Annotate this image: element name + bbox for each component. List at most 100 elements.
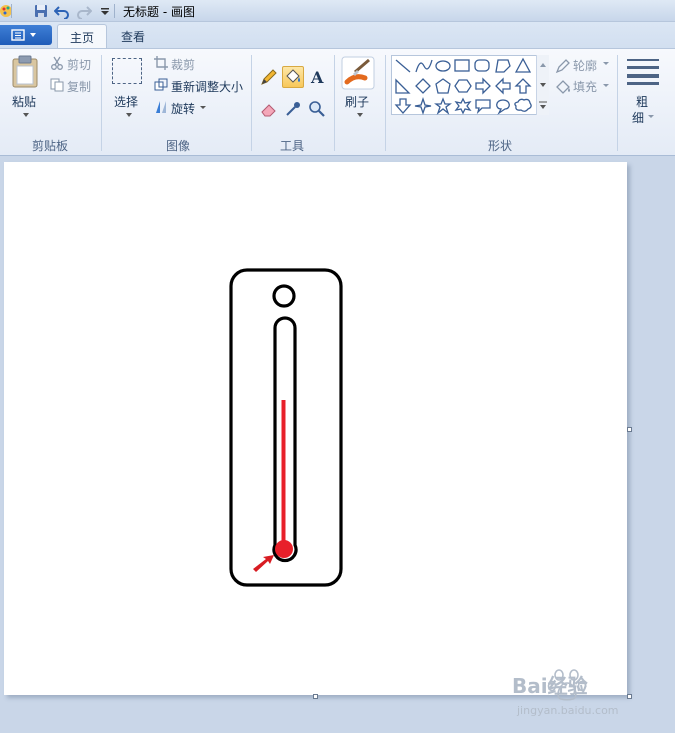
ribbon-tabs: 主页 查看 (0, 22, 675, 48)
canvas-resize-handle-bottom[interactable] (313, 694, 318, 699)
outline-dropdown-icon[interactable] (602, 61, 610, 66)
ribbon: 粘贴 剪切 复制 剪贴板 选择 裁剪 重新调整大小 旋转 图像 A 工具 刷子 … (0, 48, 675, 156)
select-button[interactable]: 选择 (114, 93, 138, 110)
paint-app-icon[interactable] (0, 3, 16, 19)
mercury-bulb (275, 540, 293, 558)
tab-home[interactable]: 主页 (57, 24, 108, 48)
crop-button[interactable]: 裁剪 (171, 56, 195, 73)
title-bar: 无标题 - 画图 (0, 0, 675, 22)
copy-icon (50, 78, 64, 92)
four-point-star-shape-icon (414, 96, 432, 116)
qa-separator (11, 4, 12, 18)
group-separator (334, 55, 335, 151)
curve-shape-icon (415, 59, 433, 73)
watermark: Bai经验 jingyan.baidu.com (507, 667, 637, 717)
group-separator (617, 55, 618, 151)
size-label-line1[interactable]: 粗 (636, 93, 648, 110)
down-arrow-shape-icon (394, 98, 412, 114)
shapes-gallery-scroll[interactable] (536, 55, 549, 115)
line-size-icon[interactable] (626, 57, 660, 85)
five-point-star-shape-icon (434, 97, 452, 115)
crop-icon (154, 56, 168, 70)
tab-view[interactable]: 查看 (109, 24, 157, 48)
hexagon-shape-icon (454, 79, 472, 93)
text-icon: A (310, 68, 324, 87)
color-picker-tool[interactable] (282, 98, 304, 120)
size-dropdown-icon[interactable] (647, 114, 655, 119)
text-tool[interactable]: A (306, 66, 328, 88)
save-icon[interactable] (33, 3, 49, 19)
left-arrow-shape-icon (495, 77, 511, 95)
rotate-icon (156, 101, 166, 113)
cut-icon (51, 56, 63, 70)
tools-group-label: 工具 (279, 139, 304, 153)
canvas-resize-handle-right[interactable] (627, 427, 632, 432)
pentagon-shape-icon (435, 78, 451, 94)
select-dropdown-icon[interactable] (124, 112, 134, 118)
window-title: 无标题 - 画图 (123, 5, 195, 19)
magnifier-tool[interactable] (306, 98, 328, 120)
copy-button[interactable]: 复制 (67, 78, 91, 95)
fill-dropdown-icon[interactable] (602, 83, 610, 88)
oval-callout-shape-icon (496, 99, 510, 115)
brushes-dropdown-icon[interactable] (355, 112, 365, 118)
polygon-shape-icon (495, 59, 511, 73)
pencil-tool[interactable] (258, 66, 280, 88)
thermometer-drawing (229, 268, 343, 587)
pencil-icon (261, 69, 277, 85)
paste-button[interactable]: 粘贴 (12, 93, 36, 110)
shapes-group-label: 形状 (487, 139, 512, 153)
cloud-callout-shape-icon (514, 98, 532, 112)
svg-text:A: A (310, 68, 324, 87)
fill-tool[interactable] (282, 66, 304, 88)
line-shape-icon (395, 59, 411, 73)
red-arrow-annotation (253, 555, 274, 572)
rect-callout-shape-icon (475, 99, 491, 115)
redo-icon[interactable] (76, 3, 92, 19)
hanging-hole (272, 284, 296, 308)
rotate-button[interactable]: 旋转 (171, 100, 195, 117)
watermark-url: jingyan.baidu.com (517, 704, 619, 717)
resize-button[interactable]: 重新调整大小 (171, 78, 243, 95)
select-icon[interactable] (112, 58, 142, 84)
customize-quick-access-icon[interactable] (97, 3, 113, 19)
clipboard-group-label: 剪贴板 (31, 139, 68, 153)
image-group-label: 图像 (165, 139, 190, 153)
outline-icon (555, 59, 570, 74)
rectangle-shape-icon (454, 59, 470, 72)
rounded-rectangle-shape-icon (474, 59, 490, 72)
watermark-brand: Bai经验 (512, 674, 588, 698)
drawing-canvas[interactable] (4, 162, 627, 695)
resize-icon (154, 78, 168, 91)
shapes-gallery-icons (394, 57, 532, 116)
right-arrow-shape-icon (475, 77, 491, 95)
eraser-tool[interactable] (258, 98, 280, 120)
rotate-dropdown-icon[interactable] (199, 105, 207, 110)
shapes-gallery (391, 55, 549, 116)
magnifier-icon (309, 101, 325, 117)
paste-icon[interactable] (10, 55, 40, 89)
triangle-shape-icon (514, 57, 532, 73)
file-menu-icon (11, 29, 36, 41)
up-arrow-shape-icon (514, 78, 532, 94)
six-point-star-shape-icon (454, 97, 472, 115)
paste-dropdown-icon[interactable] (21, 112, 31, 118)
brushes-icon[interactable] (341, 56, 375, 90)
undo-icon[interactable] (54, 3, 70, 19)
group-separator (251, 55, 252, 151)
shape-fill-icon (556, 80, 570, 94)
size-label-line2[interactable]: 细 (632, 109, 644, 126)
diamond-shape-icon (415, 78, 431, 94)
shape-fill-button[interactable]: 填充 (573, 78, 597, 95)
cut-button[interactable]: 剪切 (67, 56, 91, 73)
file-menu-button[interactable] (0, 25, 52, 45)
group-separator (101, 55, 102, 151)
fill-icon (286, 69, 300, 83)
eraser-icon (261, 104, 276, 117)
brushes-button[interactable]: 刷子 (345, 93, 369, 110)
oval-shape-icon (435, 60, 451, 72)
title-separator (114, 4, 115, 18)
outline-button[interactable]: 轮廓 (573, 57, 597, 74)
gallery-scroll-arrows-icon (539, 63, 547, 109)
eyedropper-icon (286, 102, 300, 116)
